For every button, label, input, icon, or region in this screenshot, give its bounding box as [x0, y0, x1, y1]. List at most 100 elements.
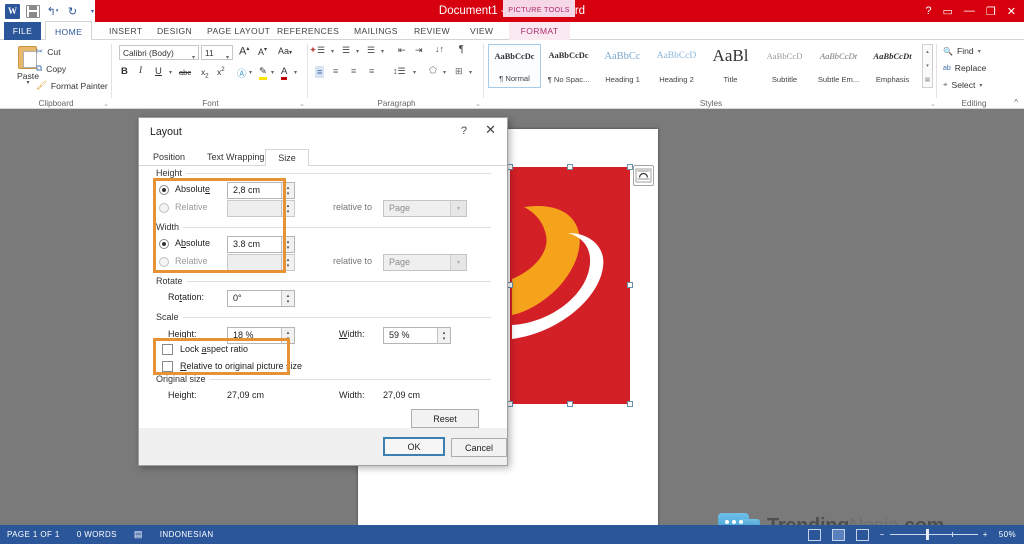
shading-icon[interactable]: ⬠ [429, 65, 437, 76]
dialog-tab-strip[interactable]: Position Text Wrapping Size [139, 149, 507, 167]
zoom-slider[interactable]: − + [880, 529, 988, 540]
proofing-icon[interactable]: ▤ [134, 529, 143, 540]
show-formatting-icon[interactable]: ¶ [459, 44, 464, 55]
dialog-tab-text-wrapping[interactable]: Text Wrapping [199, 149, 272, 166]
selected-picture[interactable] [510, 167, 630, 404]
style-subtle-emphasis[interactable]: AaBbCcDt Subtle Em... [812, 44, 865, 88]
ribbon-tab-strip[interactable]: FILE HOME INSERT DESIGN PAGE LAYOUT REFE… [0, 21, 1024, 64]
height-relative-input[interactable]: ▴ ▾ [227, 200, 295, 217]
cancel-button[interactable]: Cancel [451, 438, 507, 457]
height-relative-spinner[interactable]: ▴ ▾ [281, 201, 294, 216]
align-right-icon[interactable]: ≡ [351, 66, 356, 76]
picture-selection[interactable] [507, 164, 633, 407]
style-normal[interactable]: AaBbCcDc ¶ Normal [488, 44, 541, 88]
clipboard-dialog-launcher[interactable]: ⌄ [103, 100, 109, 108]
align-left-icon[interactable]: ≡ [315, 66, 325, 78]
font-size-input[interactable]: 11 ▾ [201, 45, 233, 61]
tab-review[interactable]: REVIEW [405, 22, 459, 40]
superscript-button[interactable]: x2 [217, 67, 225, 77]
shrink-font-icon[interactable]: A▾ [258, 46, 267, 57]
font-color-icon[interactable]: A [281, 66, 288, 80]
close-button[interactable]: ✕ [1007, 5, 1016, 18]
tab-format[interactable]: FORMAT [509, 22, 570, 40]
scale-width-input[interactable]: 59 % ▴ ▾ [383, 327, 451, 344]
height-absolute-spinner[interactable]: ▴ ▾ [281, 183, 294, 198]
copy-button[interactable]: ⧉ Copy [36, 63, 66, 74]
format-painter-button[interactable]: 🖌 Format Painter [36, 80, 108, 91]
scale-height-spinner[interactable]: ▴ ▾ [281, 328, 294, 343]
justify-icon[interactable]: ≡ [369, 66, 374, 76]
text-effects-icon[interactable]: Ⓐ [237, 66, 247, 80]
reset-button[interactable]: Reset [411, 409, 479, 428]
cut-button[interactable]: ✂ Cut [36, 46, 61, 57]
underline-dropdown-icon[interactable]: ▾ [169, 69, 172, 76]
bullets-dropdown-icon[interactable]: ▾ [331, 48, 334, 55]
web-layout-icon[interactable] [855, 528, 869, 541]
italic-button[interactable]: I [139, 66, 142, 76]
relative-original-size-checkbox[interactable] [162, 361, 173, 372]
rotation-spinner[interactable]: ▴ ▾ [281, 291, 294, 306]
tab-insert[interactable]: INSERT [100, 22, 151, 40]
dialog-tab-position[interactable]: Position [145, 149, 193, 166]
style-emphasis[interactable]: AaBbCcDt Emphasis [866, 44, 919, 88]
chevron-down-icon[interactable]: ▾ [450, 201, 466, 216]
multilevel-dropdown-icon[interactable]: ▾ [381, 48, 384, 55]
resize-handle-n[interactable] [567, 164, 573, 170]
lock-aspect-ratio-checkbox[interactable] [162, 344, 173, 355]
ribbon-display-options-icon[interactable]: ▭ [943, 5, 953, 18]
language-indicator[interactable]: INDONESIAN [160, 530, 214, 539]
help-icon[interactable]: ? [925, 5, 931, 17]
numbering-dropdown-icon[interactable]: ▾ [356, 48, 359, 55]
numbering-icon[interactable]: ☰ [342, 45, 350, 56]
width-absolute-spinner[interactable]: ▴ ▾ [281, 237, 294, 252]
underline-button[interactable]: U [155, 66, 162, 77]
window-controls[interactable]: ? ▭ — ❐ ✕ [925, 0, 1020, 22]
minimize-button[interactable]: — [964, 5, 975, 17]
tab-design[interactable]: DESIGN [148, 22, 201, 40]
dialog-help-icon[interactable]: ? [461, 125, 467, 137]
word-count[interactable]: 0 WORDS [77, 530, 117, 539]
width-absolute-radio[interactable] [159, 239, 169, 249]
resize-handle-se[interactable] [627, 401, 633, 407]
zoom-in-button[interactable]: + [983, 530, 988, 539]
font-name-dropdown-icon[interactable]: ▾ [192, 51, 195, 65]
line-spacing-icon[interactable]: ↕☰ [393, 66, 406, 77]
increase-indent-icon[interactable]: ⇥ [415, 45, 423, 56]
strikethrough-button[interactable]: abc [179, 68, 191, 77]
borders-icon[interactable]: ⊞ [455, 66, 463, 77]
scale-width-spinner[interactable]: ▴ ▾ [437, 328, 450, 343]
height-relative-radio[interactable] [159, 203, 169, 213]
change-case-icon[interactable]: Aa▾ [278, 46, 292, 56]
restore-button[interactable]: ❐ [986, 5, 996, 18]
bold-button[interactable]: B [121, 66, 128, 77]
zoom-out-button[interactable]: − [880, 530, 885, 539]
font-name-input[interactable]: Calibri (Body) ▾ [119, 45, 199, 61]
tab-file[interactable]: FILE [4, 22, 41, 40]
styles-dialog-launcher[interactable]: ⌄ [930, 100, 936, 108]
style-no-spacing[interactable]: AaBbCcDc ¶ No Spac... [542, 44, 595, 88]
width-relative-input[interactable]: ▴ ▾ [227, 254, 295, 271]
font-dialog-launcher[interactable]: ⌄ [299, 100, 305, 108]
tab-view[interactable]: VIEW [461, 22, 502, 40]
tab-references[interactable]: REFERENCES [268, 22, 348, 40]
select-button[interactable]: ⌖ Select ▾ [943, 80, 982, 90]
decrease-indent-icon[interactable]: ⇤ [398, 45, 406, 56]
tab-mailings[interactable]: MAILINGS [345, 22, 407, 40]
multilevel-list-icon[interactable]: ☰ [367, 45, 375, 56]
subscript-button[interactable]: x2 [201, 67, 209, 80]
align-center-icon[interactable]: ≡ [333, 66, 338, 76]
paragraph-dialog-launcher[interactable]: ⌄ [475, 100, 481, 108]
style-title[interactable]: AaBl Title [704, 44, 757, 88]
height-relative-to-select[interactable]: Page ▾ [383, 200, 467, 217]
font-size-dropdown-icon[interactable]: ▾ [226, 51, 229, 65]
width-relative-radio[interactable] [159, 257, 169, 267]
styles-gallery-scroll[interactable]: ▴ ▾ ▤ [922, 44, 933, 88]
resize-handle-e[interactable] [627, 282, 633, 288]
font-color-dropdown-icon[interactable]: ▾ [294, 69, 297, 76]
width-relative-spinner[interactable]: ▴ ▾ [281, 255, 294, 270]
style-heading-2[interactable]: AaBbCcD Heading 2 [650, 44, 703, 88]
ok-button[interactable]: OK [383, 437, 445, 456]
borders-dropdown-icon[interactable]: ▾ [469, 69, 472, 76]
shading-dropdown-icon[interactable]: ▾ [443, 69, 446, 76]
replace-button[interactable]: ab Replace [943, 63, 986, 73]
